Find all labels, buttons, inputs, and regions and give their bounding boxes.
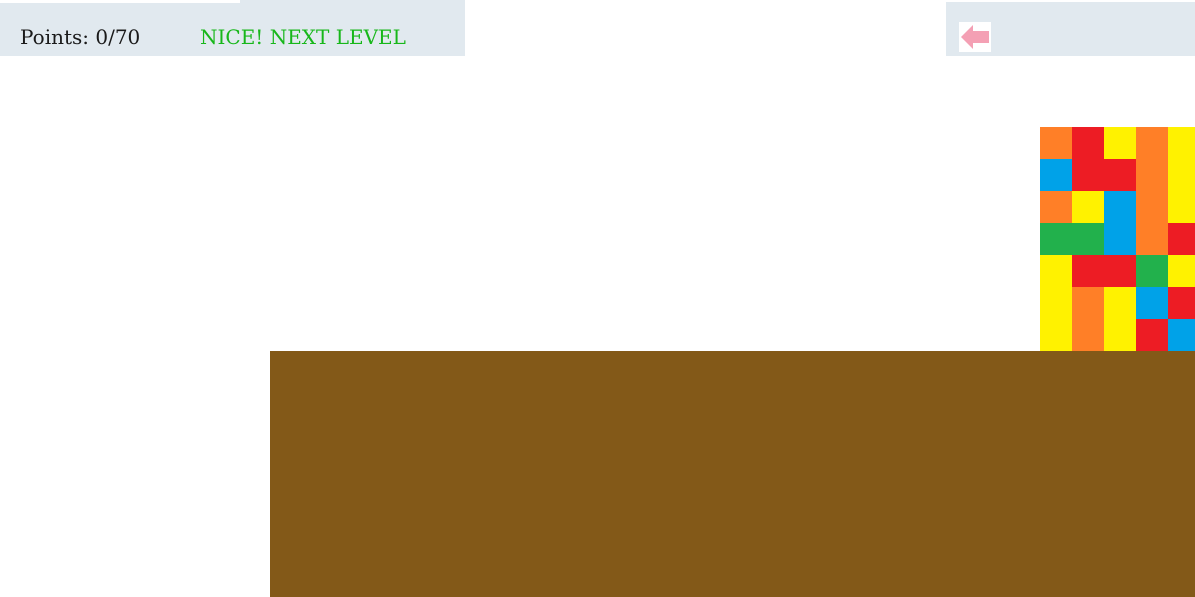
tower-brick-red[interactable] bbox=[1072, 159, 1104, 191]
level-status-message: NICE! NEXT LEVEL bbox=[200, 25, 406, 49]
tower-brick-orange[interactable] bbox=[1136, 223, 1168, 255]
tower-brick-red[interactable] bbox=[1136, 319, 1168, 351]
controls-panel bbox=[946, 2, 1195, 56]
tower-brick-yellow[interactable] bbox=[1104, 287, 1136, 319]
tower-brick-red[interactable] bbox=[1168, 287, 1195, 319]
tower-brick-yellow[interactable] bbox=[1072, 191, 1104, 223]
tower-brick-blue[interactable] bbox=[1104, 223, 1136, 255]
tower-brick-green[interactable] bbox=[1072, 223, 1104, 255]
tower-brick-blue[interactable] bbox=[1168, 319, 1195, 351]
points-counter: Points: 0/70 bbox=[20, 25, 141, 49]
tower-brick-orange[interactable] bbox=[1136, 191, 1168, 223]
tower-brick-orange[interactable] bbox=[1136, 159, 1168, 191]
score-panel: Points: 0/70 NICE! NEXT LEVEL bbox=[0, 0, 465, 56]
tower-brick-yellow[interactable] bbox=[1168, 159, 1195, 191]
tower-brick-orange[interactable] bbox=[1136, 127, 1168, 159]
tower-brick-yellow[interactable] bbox=[1040, 255, 1072, 287]
ground-platform bbox=[270, 351, 1195, 597]
tower-brick-red[interactable] bbox=[1072, 127, 1104, 159]
tower-brick-blue[interactable] bbox=[1040, 159, 1072, 191]
tower-brick-red[interactable] bbox=[1072, 255, 1104, 287]
back-button[interactable] bbox=[959, 22, 991, 52]
tower-brick-green[interactable] bbox=[1136, 255, 1168, 287]
tower-brick-orange[interactable] bbox=[1040, 191, 1072, 223]
tower-brick-blue[interactable] bbox=[1104, 191, 1136, 223]
tower-brick-red[interactable] bbox=[1104, 255, 1136, 287]
tower-brick-blue[interactable] bbox=[1136, 287, 1168, 319]
panel-notch bbox=[0, 0, 240, 3]
game-stage: Points: 0/70 NICE! NEXT LEVEL bbox=[0, 0, 1195, 597]
tower-brick-yellow[interactable] bbox=[1168, 191, 1195, 223]
arrow-left-icon bbox=[961, 25, 989, 49]
tower-brick-yellow[interactable] bbox=[1040, 319, 1072, 351]
tower-brick-yellow[interactable] bbox=[1168, 255, 1195, 287]
tower-brick-red[interactable] bbox=[1104, 159, 1136, 191]
tower-brick-yellow[interactable] bbox=[1104, 127, 1136, 159]
tower-brick-yellow[interactable] bbox=[1104, 319, 1136, 351]
brick-tower[interactable] bbox=[1040, 127, 1195, 351]
tower-brick-orange[interactable] bbox=[1040, 127, 1072, 159]
tower-brick-green[interactable] bbox=[1040, 223, 1072, 255]
tower-brick-yellow[interactable] bbox=[1168, 127, 1195, 159]
tower-brick-yellow[interactable] bbox=[1040, 287, 1072, 319]
tower-brick-orange[interactable] bbox=[1072, 287, 1104, 319]
tower-brick-red[interactable] bbox=[1168, 223, 1195, 255]
tower-brick-orange[interactable] bbox=[1072, 319, 1104, 351]
